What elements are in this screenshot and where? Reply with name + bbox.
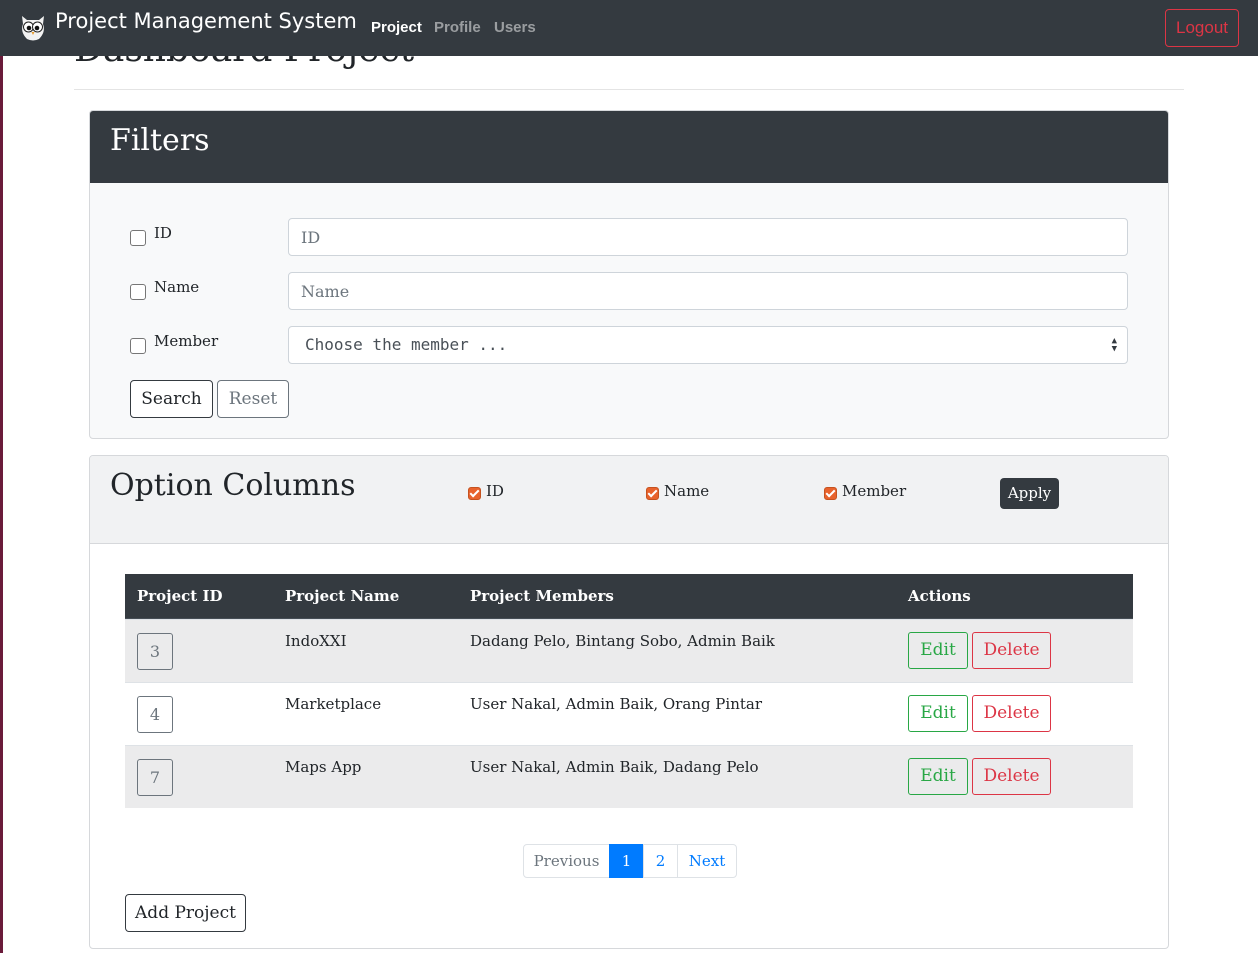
pagination-page-2[interactable]: 2 bbox=[643, 844, 678, 878]
title-divider bbox=[74, 89, 1184, 90]
column-header-project-id: Project ID bbox=[137, 587, 223, 605]
member-select-value: Choose the member ... bbox=[305, 335, 508, 354]
delete-button[interactable]: Delete bbox=[972, 758, 1051, 795]
column-header-project-name: Project Name bbox=[285, 587, 400, 605]
table-row: 3 IndoXXI Dadang Pelo, Bintang Sobo, Adm… bbox=[125, 619, 1133, 682]
column-header-actions: Actions bbox=[908, 587, 971, 605]
filter-member-label: Member bbox=[154, 332, 219, 350]
filter-member-checkbox[interactable] bbox=[130, 338, 146, 354]
select-arrows-icon: ▲ ▼ bbox=[1111, 336, 1117, 354]
project-name-cell: Marketplace bbox=[285, 695, 382, 713]
column-header-project-members: Project Members bbox=[470, 587, 614, 605]
pagination-next[interactable]: Next bbox=[677, 844, 737, 878]
filter-name-label: Name bbox=[154, 278, 200, 296]
edit-button[interactable]: Edit bbox=[908, 695, 968, 732]
project-id-cell[interactable]: 4 bbox=[137, 696, 173, 733]
pagination: Previous 1 2 Next bbox=[523, 844, 737, 878]
option-columns-card: Option Columns ID Name Member Apply Proj… bbox=[89, 455, 1169, 949]
pagination-page-1[interactable]: 1 bbox=[609, 844, 644, 878]
table-row: 7 Maps App User Nakal, Admin Baik, Dadan… bbox=[125, 745, 1133, 808]
add-project-button[interactable]: Add Project bbox=[125, 894, 246, 932]
column-id-label: ID bbox=[486, 482, 504, 500]
brand-title[interactable]: Project Management System bbox=[55, 9, 357, 33]
option-columns-title: Option Columns bbox=[110, 468, 356, 503]
column-id-checkbox[interactable] bbox=[468, 487, 481, 500]
filter-name-checkbox[interactable] bbox=[130, 284, 146, 300]
option-columns-header: Option Columns ID Name Member Apply bbox=[90, 456, 1168, 544]
delete-button[interactable]: Delete bbox=[972, 632, 1051, 669]
project-name-cell: IndoXXI bbox=[285, 632, 347, 650]
nav-link-profile[interactable]: Profile bbox=[434, 19, 481, 36]
filters-card: Filters ID Name Member Choose the member… bbox=[89, 110, 1169, 439]
owl-logo-icon[interactable] bbox=[19, 12, 47, 42]
filters-header: Filters bbox=[90, 111, 1168, 183]
project-id-cell[interactable]: 3 bbox=[137, 633, 173, 670]
project-id-cell[interactable]: 7 bbox=[137, 759, 173, 796]
edit-button[interactable]: Edit bbox=[908, 758, 968, 795]
column-member-checkbox[interactable] bbox=[824, 487, 837, 500]
filters-title: Filters bbox=[110, 123, 210, 158]
nav-link-users[interactable]: Users bbox=[494, 19, 536, 36]
member-select[interactable]: Choose the member ... ▲ ▼ bbox=[288, 326, 1128, 364]
logout-button[interactable]: Logout bbox=[1165, 9, 1239, 47]
filter-id-checkbox[interactable] bbox=[130, 230, 146, 246]
name-filter-input[interactable] bbox=[288, 272, 1128, 310]
project-members-cell: Dadang Pelo, Bintang Sobo, Admin Baik bbox=[470, 632, 775, 650]
table-header-row: Project ID Project Name Project Members … bbox=[125, 574, 1133, 619]
project-members-cell: User Nakal, Admin Baik, Orang Pintar bbox=[470, 695, 762, 713]
id-filter-input[interactable] bbox=[288, 218, 1128, 256]
apply-button[interactable]: Apply bbox=[1000, 478, 1059, 509]
column-member-label: Member bbox=[842, 482, 907, 500]
column-name-label: Name bbox=[664, 482, 710, 500]
edit-button[interactable]: Edit bbox=[908, 632, 968, 669]
filter-id-label: ID bbox=[154, 224, 172, 242]
window-left-edge bbox=[0, 0, 3, 953]
project-name-cell: Maps App bbox=[285, 758, 362, 776]
table-row: 4 Marketplace User Nakal, Admin Baik, Or… bbox=[125, 682, 1133, 745]
reset-button[interactable]: Reset bbox=[217, 380, 289, 418]
nav-link-project[interactable]: Project bbox=[371, 19, 422, 36]
top-navbar: Project Management System Project Profil… bbox=[0, 0, 1258, 56]
column-name-checkbox[interactable] bbox=[646, 487, 659, 500]
search-button[interactable]: Search bbox=[130, 380, 213, 418]
project-members-cell: User Nakal, Admin Baik, Dadang Pelo bbox=[470, 758, 759, 776]
pagination-previous[interactable]: Previous bbox=[523, 844, 610, 878]
delete-button[interactable]: Delete bbox=[972, 695, 1051, 732]
